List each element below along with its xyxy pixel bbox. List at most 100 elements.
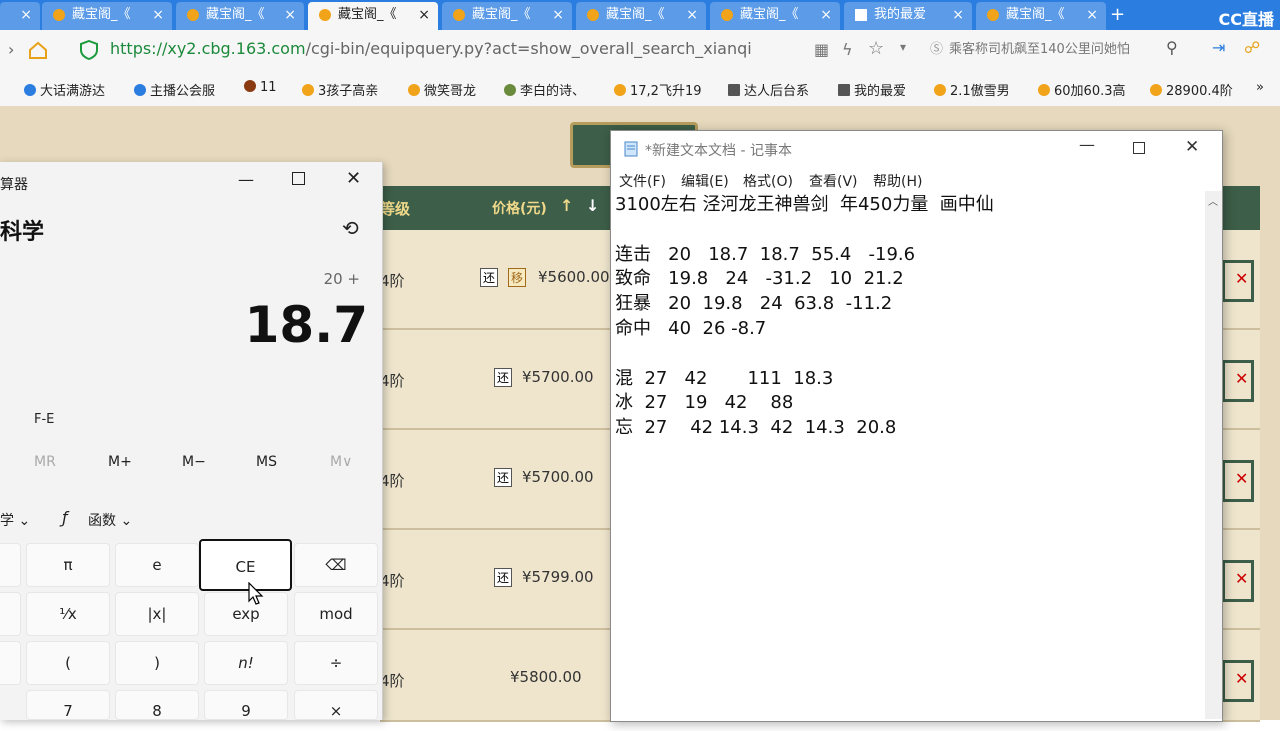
column-level[interactable]: 等级 [380, 198, 410, 219]
column-price[interactable]: 价格(元) [492, 198, 547, 218]
browser-tab[interactable]: 藏宝阁_《 × [710, 2, 840, 30]
browser-tab-active[interactable]: 藏宝阁_《 × [308, 2, 438, 30]
close-icon[interactable]: × [284, 2, 296, 28]
bookmark-item[interactable]: 主播公会服 [134, 80, 215, 99]
close-icon[interactable]: × [552, 2, 564, 28]
bookmark-item[interactable]: 李白的诗、 [504, 80, 585, 99]
mod-button[interactable]: mod [294, 592, 378, 636]
close-icon[interactable]: × [952, 2, 964, 28]
bookmark-item[interactable]: 17,2飞升19 [614, 80, 702, 99]
menu-format[interactable]: 格式(O) [743, 171, 793, 191]
bookmark-item[interactable]: 11 [244, 80, 277, 95]
reciprocal-button[interactable]: ¹⁄x [26, 592, 110, 636]
memory-store-button[interactable]: MS [256, 454, 277, 470]
text-line: 命中 40 26 -8.7 [615, 317, 767, 339]
close-icon[interactable]: ✕ [346, 168, 361, 189]
digit-9-button[interactable]: 9 [204, 690, 288, 720]
divide-button[interactable]: ÷ [294, 641, 378, 685]
home-icon[interactable] [28, 40, 48, 60]
maximize-icon[interactable] [292, 172, 305, 185]
clear-entry-button[interactable]: CE [199, 539, 292, 591]
sort-up-icon[interactable]: ↑ [560, 196, 573, 215]
search-icon[interactable]: ⚲ [1166, 38, 1178, 57]
browser-tab[interactable]: 藏宝阁_《 × [442, 2, 572, 30]
memory-subtract-button[interactable]: M− [182, 454, 206, 470]
favorite-button[interactable]: ✕ [1222, 460, 1254, 502]
close-icon[interactable]: × [20, 2, 32, 28]
history-icon[interactable]: ⟲ [342, 216, 359, 240]
fe-button[interactable]: F-E [34, 412, 54, 427]
calc-key-blank[interactable] [0, 641, 21, 685]
sort-down-icon[interactable]: ↓ [586, 196, 599, 215]
digit-8-button[interactable]: 8 [115, 690, 199, 720]
memory-list-button[interactable]: M∨ [330, 454, 352, 470]
e-button[interactable]: e [115, 543, 199, 587]
minimize-icon[interactable]: — [1079, 135, 1095, 154]
memory-add-button[interactable]: M+ [108, 454, 132, 470]
menu-file[interactable]: 文件(F) [619, 171, 666, 191]
notepad-text-area[interactable]: 3100左右 泾河龙王神兽剑 年450力量 画中仙 连击 20 18.7 18.… [615, 193, 1205, 441]
factorial-button[interactable]: n! [204, 641, 288, 685]
memory-recall-button[interactable]: MR [34, 454, 56, 470]
login-icon[interactable]: ⇥ [1212, 38, 1225, 57]
backspace-button[interactable]: ⌫ [294, 543, 378, 587]
open-paren-button[interactable]: ( [26, 641, 110, 685]
browser-tab[interactable]: 藏宝阁_《 × [976, 2, 1106, 30]
absolute-button[interactable]: |x| [115, 592, 199, 636]
bookmark-item[interactable]: 大话满游达 [24, 80, 105, 99]
close-icon[interactable]: × [1086, 2, 1098, 28]
level-cell: 4阶 [380, 472, 405, 490]
scroll-up-icon[interactable]: ︿ [1208, 193, 1218, 208]
lightning-icon[interactable]: ϟ [842, 40, 853, 59]
bookmark-item[interactable]: 微笑哥龙 [408, 80, 476, 99]
search-input[interactable]: Ⓢ 乘客称司机飙至140公里问她怕 [930, 36, 1190, 64]
close-icon[interactable]: × [152, 2, 164, 28]
calc-key-blank[interactable] [0, 543, 21, 587]
menu-help[interactable]: 帮助(H) [873, 171, 922, 191]
browser-tab[interactable]: 我的最爱 × [844, 2, 972, 30]
maximize-icon[interactable] [1133, 142, 1145, 154]
menu-view[interactable]: 查看(V) [809, 171, 858, 191]
close-icon[interactable]: × [418, 2, 430, 28]
browser-tab[interactable]: 藏宝阁_《 × [42, 2, 172, 30]
star-icon[interactable]: ☆ [868, 38, 884, 59]
bookmark-item[interactable]: 我的最爱 [838, 80, 906, 99]
calc-key-blank[interactable] [0, 592, 21, 636]
favorite-button[interactable]: ✕ [1222, 360, 1254, 402]
bookmark-item[interactable]: 达人后台系 [728, 80, 809, 99]
url-field[interactable]: https://xy2.cbg.163.com/cgi-bin/equipque… [110, 39, 752, 58]
forward-icon[interactable]: › [8, 40, 14, 59]
chevron-down-icon[interactable]: ▾ [900, 40, 906, 54]
minimize-icon[interactable]: — [238, 170, 254, 189]
close-icon[interactable]: ✕ [1185, 137, 1199, 157]
vertical-scrollbar[interactable]: ︿ [1205, 191, 1222, 719]
digit-7-button[interactable]: 7 [26, 690, 110, 720]
tab-partial[interactable]: × [0, 2, 40, 30]
favorite-button[interactable]: ✕ [1222, 560, 1254, 602]
browser-tab[interactable]: 藏宝阁_《 × [576, 2, 706, 30]
extension-icon[interactable]: ☍ [1244, 38, 1260, 57]
close-icon[interactable]: × [820, 2, 832, 28]
bookmark-item[interactable]: 3孩子高亲 [302, 80, 378, 99]
qr-icon[interactable]: ▦ [814, 40, 829, 59]
new-tab-icon[interactable]: + [1110, 4, 1125, 25]
multiply-button[interactable]: × [294, 690, 378, 720]
bookmark-item[interactable]: 2.1傲雪男 [934, 80, 1010, 99]
trig-dropdown[interactable]: 学 ⌄ [0, 510, 30, 530]
treasure-icon [587, 9, 599, 21]
menu-edit[interactable]: 编辑(E) [681, 171, 729, 191]
text-line: 致命 19.8 24 -31.2 10 21.2 [615, 268, 904, 290]
secure-shield-icon[interactable] [80, 40, 98, 60]
more-bookmarks-icon[interactable]: » [1256, 80, 1264, 95]
exp-button[interactable]: exp [204, 592, 288, 636]
bookmark-icon [1038, 84, 1050, 96]
function-dropdown[interactable]: 函数 ⌄ [88, 510, 132, 530]
browser-tab[interactable]: 藏宝阁_《 × [176, 2, 304, 30]
bookmark-item[interactable]: 28900.4阶 [1150, 80, 1233, 99]
favorite-button[interactable]: ✕ [1222, 660, 1254, 702]
close-paren-button[interactable]: ) [115, 641, 199, 685]
pi-button[interactable]: π [26, 543, 110, 587]
close-icon[interactable]: × [686, 2, 698, 28]
favorite-button[interactable]: ✕ [1222, 260, 1254, 302]
bookmark-item[interactable]: 60加60.3高 [1038, 80, 1126, 99]
